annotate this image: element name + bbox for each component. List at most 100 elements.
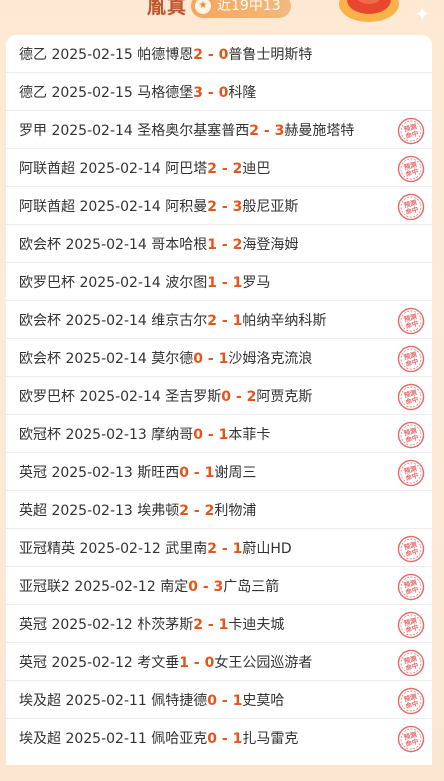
match-away-score: 1 (218, 350, 229, 367)
match-row[interactable]: 欧会杯 2025-02-14 哥本哈根1 - 2海登海姆 (6, 225, 432, 263)
match-date: 2025-02-12 (51, 616, 133, 633)
match-away-score: 1 (204, 464, 215, 481)
match-away-score: 1 (218, 426, 229, 443)
match-row[interactable]: 德乙 2025-02-15 帕德博恩2 - 0普鲁士明斯特 (6, 35, 432, 73)
match-home-team: 维京古尔 (151, 312, 208, 329)
match-away-score: 1 (232, 312, 243, 329)
match-away-team: 利物浦 (214, 502, 257, 519)
match-row[interactable]: 埃及超 2025-02-11 佩特捷德0 - 1史莫哈 预测 命中 (6, 681, 432, 719)
prediction-hit-stamp-icon: 预测命中 (397, 611, 425, 639)
match-league: 英冠 (19, 464, 47, 481)
match-date: 2025-02-14 (51, 122, 133, 139)
match-text: 英超 2025-02-13 埃弗顿2 - 2利物浦 (19, 500, 256, 520)
match-away-team: 卡迪夫城 (228, 616, 285, 633)
match-text: 阿联酋超 2025-02-14 阿巴塔2 - 2迪巴 (19, 158, 270, 178)
match-text: 欧冠杯 2025-02-13 摩纳哥0 - 1本菲卡 (19, 424, 270, 444)
match-row[interactable]: 阿联酋超 2025-02-14 阿巴塔2 - 2迪巴 预测 命中 (6, 149, 432, 187)
match-league: 德乙 (19, 46, 47, 63)
match-row[interactable]: 欧罗巴杯 2025-02-14 波尔图1 - 1罗马 (6, 263, 432, 301)
match-home-team: 圣格奥尔基塞普西 (137, 122, 250, 139)
match-home-team: 考文垂 (137, 654, 180, 671)
prediction-hit-stamp-icon: 预测命中 (397, 649, 425, 677)
match-home-score: 0 (179, 464, 190, 481)
match-text: 欧罗巴杯 2025-02-14 波尔图1 - 1罗马 (19, 272, 270, 292)
prediction-hit-stamp-icon: 预测命中 (397, 535, 425, 563)
record-badge: ★ 近19中13 (191, 0, 291, 18)
trophy-icon (339, 0, 399, 22)
match-row[interactable]: 欧会杯 2025-02-14 莫尔德0 - 1沙姆洛克流浪 预测 命中 (6, 339, 432, 377)
match-league: 欧会杯 (19, 350, 61, 367)
match-home-team: 阿巴塔 (165, 160, 208, 177)
match-away-team: 般尼亚斯 (242, 198, 299, 215)
match-row[interactable]: 罗甲 2025-02-14 圣格奥尔基塞普西2 - 3赫曼施塔特 预测 命中 (6, 111, 432, 149)
match-row[interactable]: 英冠 2025-02-13 斯旺西0 - 1谢周三 预测 命中 (6, 453, 432, 491)
match-score-separator: - (217, 731, 233, 747)
bottom-fade (0, 765, 444, 781)
match-away-score: 1 (218, 616, 229, 633)
match-date: 2025-02-13 (51, 464, 133, 481)
match-text: 欧会杯 2025-02-14 哥本哈根1 - 2海登海姆 (19, 234, 298, 254)
match-home-score: 0 (221, 388, 232, 405)
match-text: 德乙 2025-02-15 帕德博恩2 - 0普鲁士明斯特 (19, 44, 312, 64)
match-home-team: 莫尔德 (151, 350, 194, 367)
match-home-team: 佩哈亚克 (151, 731, 208, 747)
match-row[interactable]: 德乙 2025-02-15 马格德堡3 - 0科隆 (6, 73, 432, 111)
match-row[interactable]: 欧冠杯 2025-02-13 摩纳哥0 - 1本菲卡 预测 命中 (6, 415, 432, 453)
match-text: 埃及超 2025-02-11 佩哈亚克0 - 1扎马雷克 (19, 728, 298, 748)
match-away-score: 2 (246, 388, 257, 405)
match-home-score: 2 (207, 160, 218, 177)
match-away-score: 2 (232, 236, 243, 253)
match-home-team: 武里南 (165, 540, 208, 557)
match-date: 2025-02-12 (51, 654, 133, 671)
match-row[interactable]: 阿联酋超 2025-02-14 阿积曼2 - 3般尼亚斯 预测 命中 (6, 187, 432, 225)
match-score-separator: - (203, 350, 219, 367)
match-home-score: 2 (249, 122, 260, 139)
match-date: 2025-02-15 (51, 46, 133, 63)
match-row[interactable]: 欧会杯 2025-02-14 维京古尔2 - 1帕纳辛纳科斯 预测 命中 (6, 301, 432, 339)
match-home-team: 圣吉罗斯 (165, 388, 222, 405)
match-home-team: 阿积曼 (165, 198, 208, 215)
match-text: 欧会杯 2025-02-14 莫尔德0 - 1沙姆洛克流浪 (19, 348, 312, 368)
match-home-team: 埃弗顿 (137, 502, 180, 519)
match-row[interactable]: 英超 2025-02-13 埃弗顿2 - 2利物浦 (6, 491, 432, 529)
match-away-team: 谢周三 (214, 464, 257, 481)
match-away-team: 本菲卡 (228, 426, 271, 443)
match-away-team: 沙姆洛克流浪 (228, 350, 313, 367)
match-away-team: 赫曼施塔特 (284, 122, 355, 139)
match-away-score: 3 (213, 578, 224, 595)
match-away-team: 科隆 (228, 84, 257, 101)
match-date: 2025-02-12 (79, 540, 161, 557)
match-home-score: 2 (207, 198, 218, 215)
match-row[interactable]: 亚冠精英 2025-02-12 武里南2 - 1蔚山HD 预测 命中 (6, 529, 432, 567)
match-away-team: 迪巴 (242, 160, 271, 177)
match-home-score: 1 (207, 236, 218, 253)
match-row[interactable]: 英冠 2025-02-12 朴茨茅斯2 - 1卡迪夫城 预测 命中 (6, 605, 432, 643)
match-text: 亚冠精英 2025-02-12 武里南2 - 1蔚山HD (19, 538, 292, 558)
match-away-score: 0 (218, 46, 229, 63)
match-row[interactable]: 亚冠联2 2025-02-12 南定0 - 3广岛三箭 预测 命中 (6, 567, 432, 605)
match-row[interactable]: 欧罗巴杯 2025-02-14 圣吉罗斯0 - 2阿贾克斯 预测 命中 (6, 377, 432, 415)
match-away-score: 0 (218, 84, 229, 101)
match-score-separator: - (259, 122, 275, 139)
expert-name: 胤真 (147, 0, 188, 18)
match-row[interactable]: 英冠 2025-02-12 考文垂1 - 0女王公园巡游者 预测 命中 (6, 643, 432, 681)
match-score-separator: - (217, 540, 233, 557)
match-text: 英冠 2025-02-12 考文垂1 - 0女王公园巡游者 (19, 652, 312, 672)
match-away-score: 1 (232, 540, 243, 557)
match-history-list: 德乙 2025-02-15 帕德博恩2 - 0普鲁士明斯特 德乙 2025-02-… (6, 35, 432, 777)
match-away-score: 2 (204, 502, 215, 519)
match-score-separator: - (217, 312, 233, 329)
match-row[interactable]: 埃及超 2025-02-11 佩哈亚克0 - 1扎马雷克 预测 命中 (6, 719, 432, 757)
match-date: 2025-02-13 (51, 502, 133, 519)
match-away-team: 海登海姆 (242, 236, 299, 253)
match-home-team: 波尔图 (165, 274, 208, 291)
match-away-team: 帕纳辛纳科斯 (242, 312, 327, 329)
match-away-team: 阿贾克斯 (256, 388, 313, 405)
expert-header: 胤真 ★ 近19中13 ✦ (0, 0, 444, 26)
match-score-separator: - (189, 502, 205, 519)
match-away-team: 女王公园巡游者 (214, 654, 313, 671)
match-home-score: 3 (193, 84, 204, 101)
match-home-score: 2 (207, 312, 218, 329)
match-league: 欧罗巴杯 (19, 388, 75, 405)
match-score-separator: - (217, 160, 233, 177)
